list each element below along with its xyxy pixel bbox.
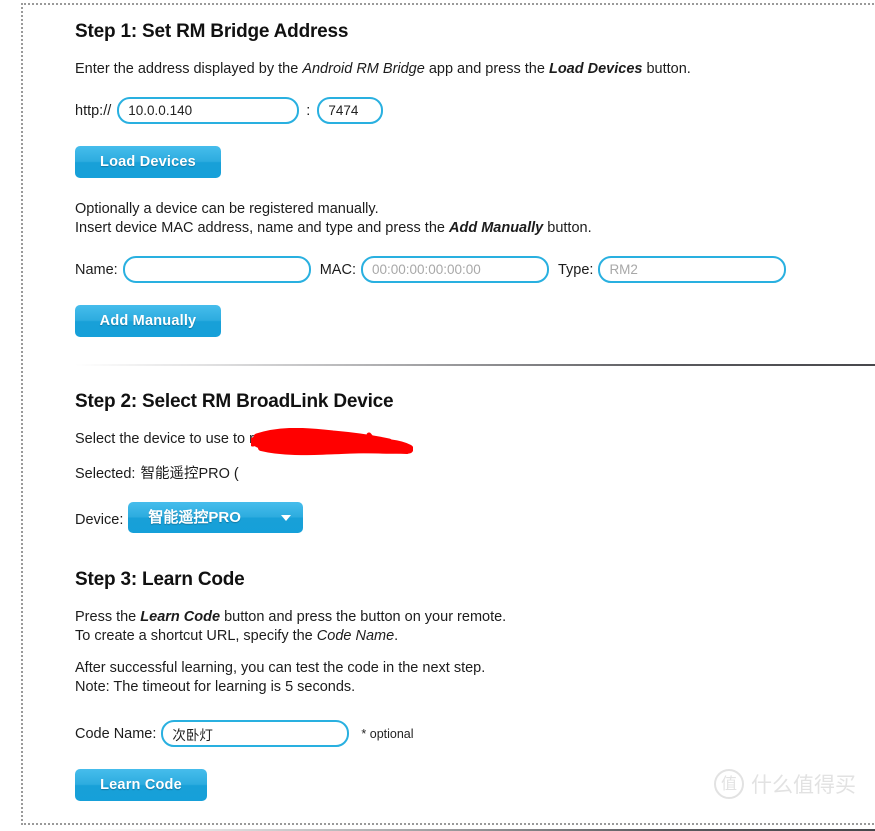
manual-registration-line1: Optionally a device can be registered ma…: [75, 201, 379, 217]
page-frame: Step 1: Set RM Bridge Address Enter the …: [21, 3, 875, 831]
device-select-wrapper[interactable]: 智能遥控PRO: [128, 502, 304, 537]
load-devices-button[interactable]: Load Devices: [75, 146, 221, 178]
step3-line2-emphasis: Code Name: [316, 628, 395, 644]
learn-code-button[interactable]: Learn Code: [75, 769, 207, 801]
device-name-label: Name:: [75, 261, 118, 278]
device-mac-input[interactable]: [360, 256, 549, 283]
bridge-address-row: http:// :: [75, 97, 875, 124]
step1-intro-text-c: button.: [642, 61, 691, 77]
step3-line2: To create a shortcut URL, specify the Co…: [75, 627, 875, 646]
add-manually-button[interactable]: Add Manually: [75, 305, 221, 337]
chevron-down-icon: [281, 515, 292, 521]
device-select[interactable]: 智能遥控PRO: [128, 502, 304, 533]
step1-intro-text-b: app and press the: [424, 61, 549, 77]
address-colon: :: [306, 102, 311, 119]
device-mac-label: MAC:: [319, 261, 356, 278]
step3-line1-text-b: button and press the button on your remo…: [220, 609, 507, 625]
step3-line1-strong: Learn Code: [140, 609, 221, 625]
device-select-label: Device:: [75, 511, 124, 528]
step3-line3: After successful learning, you can test …: [75, 660, 486, 676]
manual-registration-line2: Insert device MAC address, name and type…: [75, 219, 875, 238]
code-name-optional-note: * optional: [361, 726, 414, 741]
step1-intro-paragraph: Enter the address displayed by the Andro…: [75, 60, 875, 79]
device-type-input[interactable]: [598, 256, 787, 283]
step3-title: Step 3: Learn Code: [75, 569, 245, 590]
bridge-host-input[interactable]: [117, 97, 300, 124]
device-name-input[interactable]: [122, 256, 311, 283]
step2-title: Step 2: Select RM BroadLink Device: [75, 391, 394, 412]
step1-intro-text-a: Enter the address displayed by the: [75, 61, 303, 77]
scheme-label: http://: [75, 102, 112, 119]
step3-line1: Press the Learn Code button and press th…: [75, 608, 875, 627]
step3-line1-text-a: Press the: [75, 609, 141, 625]
manual-line2-strong: Add Manually: [448, 220, 544, 236]
step1-title: Step 1: Set RM Bridge Address: [75, 21, 349, 42]
selected-device-value: 智能遥控PRO (: [140, 466, 239, 482]
selected-device-label: Selected:: [75, 466, 136, 482]
manual-line2-text-a: Insert device MAC address, name and type…: [75, 220, 449, 236]
step1-intro-emphasis: Android RM Bridge: [302, 61, 425, 77]
step1-intro-strong: Load Devices: [548, 61, 643, 77]
site-watermark: 值 什么值得买: [714, 769, 856, 799]
watermark-text: 什么值得买: [751, 773, 856, 797]
step3-line4: Note: The timeout for learning is 5 seco…: [75, 679, 356, 695]
device-select-row: Device: 智能遥控PRO: [75, 502, 875, 537]
code-name-row: Code Name: * optional: [75, 720, 875, 747]
page-content: Step 1: Set RM Bridge Address Enter the …: [75, 21, 875, 831]
selected-device-line: Selected: 智能遥控PRO (: [75, 465, 875, 484]
step3-line2-text-b: .: [394, 628, 399, 644]
device-select-value: 智能遥控PRO: [148, 509, 241, 526]
manual-device-row: Name: MAC: Type:: [75, 256, 875, 283]
device-type-label: Type:: [557, 261, 594, 278]
bridge-port-input[interactable]: [317, 97, 384, 124]
manual-line2-text-b: button.: [543, 220, 592, 236]
code-name-label: Code Name:: [75, 725, 157, 742]
step2-intro-paragraph: Select the device to use to record codes…: [75, 431, 337, 447]
step3-line2-text-a: To create a shortcut URL, specify the: [75, 628, 317, 644]
code-name-input[interactable]: [161, 720, 350, 747]
watermark-logo-icon: 值: [714, 769, 744, 799]
